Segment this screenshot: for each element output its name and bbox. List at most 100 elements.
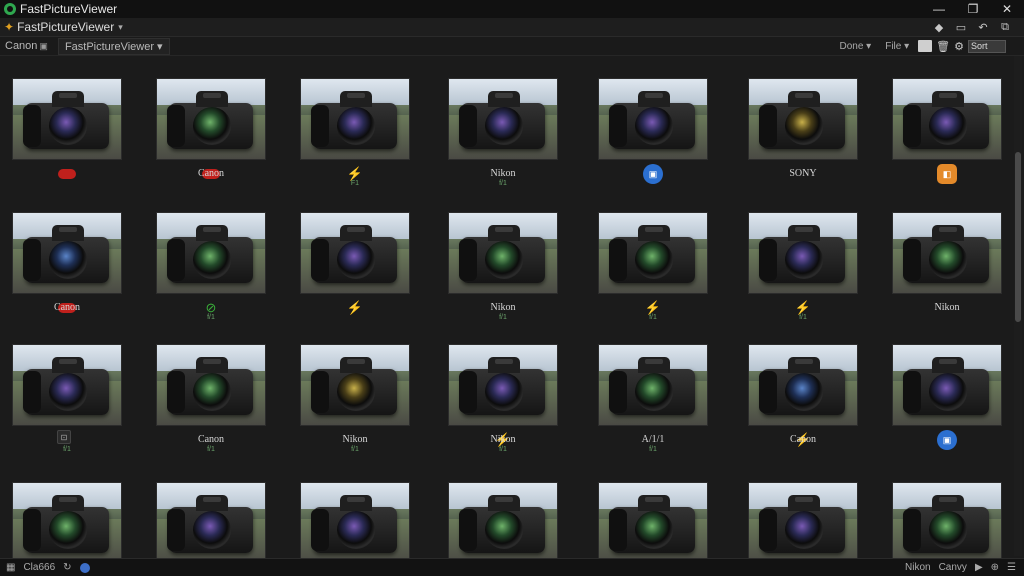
camera-hotshoe (795, 227, 813, 232)
thumbnail-tile[interactable]: ⊡ f/1 (12, 344, 130, 464)
camera-thumbnail[interactable] (300, 212, 410, 294)
thumbnail-tile[interactable]: ▣ (598, 78, 716, 198)
thumbnail-tile[interactable]: ⚡ (300, 212, 418, 332)
undo-icon[interactable]: ↶ (972, 19, 994, 35)
thumbnail-tile[interactable]: ◧ (892, 78, 1010, 198)
camera-hotshoe (347, 497, 365, 502)
star-icon[interactable]: ✦ (4, 20, 14, 34)
camera-thumbnail[interactable] (892, 482, 1002, 564)
camera-thumbnail[interactable] (892, 344, 1002, 426)
thumbnail-tile[interactable]: Canon (12, 212, 130, 332)
toolbar-title[interactable]: FastPictureViewer (17, 20, 114, 34)
file-dropdown[interactable]: File ▾ (880, 40, 914, 53)
panel-icon[interactable] (918, 40, 933, 52)
camera-grip (609, 105, 627, 147)
window-icon[interactable]: ▭ (950, 19, 972, 35)
camera-thumbnail[interactable] (748, 78, 858, 160)
source-dropdown[interactable]: FastPictureViewer ▾ (57, 37, 170, 55)
toolbar-actions: ◆ ▭ ↶ ⧉ (928, 19, 1016, 35)
brand-label: SONY (789, 168, 817, 179)
status-left-text: Cla666 (23, 562, 56, 573)
camera-hotshoe (495, 93, 513, 98)
thumbnail-tile[interactable]: A/1/1 f/1 (598, 344, 716, 464)
camera-thumbnail[interactable] (598, 344, 708, 426)
camera-thumbnail[interactable] (748, 482, 858, 564)
folder-icon[interactable]: ▣ (39, 41, 48, 52)
maximize-button[interactable]: ❐ (956, 0, 990, 18)
thumbnail-tile[interactable]: Nikon f/1 (300, 344, 418, 464)
thumbnail-tile[interactable]: ⚡ Nikon f/1 (448, 344, 566, 464)
search-input[interactable] (968, 39, 1006, 53)
play-icon[interactable]: ▶ (975, 562, 983, 573)
status-right-text-1: Nikon (905, 562, 931, 573)
camera-thumbnail[interactable] (156, 482, 266, 564)
thumbnail-tile[interactable]: ▣ (892, 344, 1010, 464)
refresh-icon[interactable]: ↻ (63, 562, 71, 573)
camera-thumbnail[interactable] (748, 212, 858, 294)
rating-label: f/1 (207, 314, 215, 321)
camera-lens (337, 241, 375, 279)
camera-lens (337, 511, 375, 549)
camera-thumbnail[interactable] (156, 78, 266, 160)
grid-view-icon[interactable]: ▦ (6, 562, 15, 573)
camera-thumbnail[interactable] (598, 78, 708, 160)
camera-thumbnail[interactable] (300, 78, 410, 160)
thumbnail-tile[interactable]: Canon (156, 78, 274, 198)
camera-thumbnail[interactable] (448, 482, 558, 564)
thumbnail-tile[interactable]: Canon f/1 (156, 344, 274, 464)
thumbnail-tile[interactable]: SONY (748, 78, 866, 198)
camera-thumbnail[interactable] (300, 482, 410, 564)
camera-lens (193, 107, 231, 145)
camera-lens (49, 373, 87, 411)
thumbnail-tile[interactable]: ⚡ Canon (748, 344, 866, 464)
camera-lens (929, 511, 967, 549)
rating-label: f/1 (499, 180, 507, 187)
secondary-toolbar: Canon ▣ FastPictureViewer ▾ Done ▾ File … (0, 37, 1024, 56)
camera-thumbnail[interactable] (12, 482, 122, 564)
camera-lens (929, 241, 967, 279)
camera-thumbnail[interactable] (448, 78, 558, 160)
camera-thumbnail[interactable] (300, 344, 410, 426)
info-icon[interactable] (79, 562, 90, 573)
zoom-icon[interactable]: ⊕ (991, 562, 999, 573)
thumbnail-tile[interactable]: ⚡ f/1 (748, 212, 866, 332)
thumbnail-tile[interactable]: Nikon f/1 (448, 78, 566, 198)
camera-thumbnail[interactable] (12, 344, 122, 426)
breadcrumb[interactable]: Canon (5, 40, 37, 52)
camera-hotshoe (795, 497, 813, 502)
camera-thumbnail[interactable] (156, 212, 266, 294)
camera-hotshoe (939, 227, 957, 232)
diamond-icon[interactable]: ◆ (928, 19, 950, 35)
external-link-icon[interactable]: ⧉ (994, 19, 1016, 35)
close-button[interactable]: ✕ (990, 0, 1024, 18)
thumbnail-tile[interactable]: Nikon (892, 212, 1010, 332)
camera-lens (785, 373, 823, 411)
menu-icon[interactable]: ☰ (1007, 562, 1016, 573)
camera-thumbnail[interactable] (448, 212, 558, 294)
thumbnail-tile[interactable]: Nikon f/1 (448, 212, 566, 332)
vertical-scrollbar[interactable] (1014, 56, 1022, 556)
camera-thumbnail[interactable] (748, 344, 858, 426)
thumbnail-tile[interactable]: ⊘ f/1 (156, 212, 274, 332)
brand-label: Nikon (490, 168, 516, 179)
camera-thumbnail[interactable] (12, 78, 122, 160)
camera-thumbnail[interactable] (892, 212, 1002, 294)
minimize-button[interactable]: — (922, 0, 956, 18)
camera-thumbnail[interactable] (892, 78, 1002, 160)
camera-lens (49, 107, 87, 145)
camera-thumbnail[interactable] (448, 344, 558, 426)
camera-hotshoe (495, 359, 513, 364)
done-dropdown[interactable]: Done ▾ (835, 40, 877, 53)
thumbnail-tile[interactable]: ⚡ f/1 (598, 212, 716, 332)
chevron-down-icon[interactable]: ▾ (118, 22, 123, 33)
camera-thumbnail[interactable] (598, 482, 708, 564)
camera-thumbnail[interactable] (156, 344, 266, 426)
camera-thumbnail[interactable] (12, 212, 122, 294)
camera-hotshoe (59, 227, 77, 232)
camera-thumbnail[interactable] (598, 212, 708, 294)
settings-icon[interactable]: ⚙ (954, 40, 964, 53)
thumbnail-tile[interactable]: ⚡ F1 (300, 78, 418, 198)
delete-icon[interactable]: 🗑 (936, 40, 950, 53)
thumbnail-tile[interactable] (12, 78, 130, 198)
scrollbar-thumb[interactable] (1015, 152, 1021, 322)
